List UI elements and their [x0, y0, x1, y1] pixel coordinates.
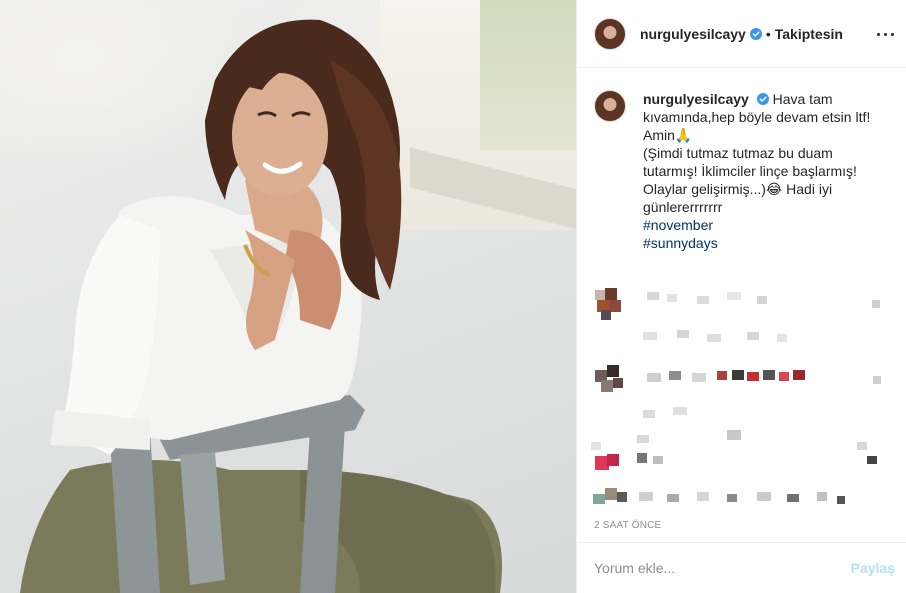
- censored-comment: [595, 365, 881, 418]
- post-caption: nurgulyesilcayy Hava tam kıvamında,hep b…: [594, 90, 894, 252]
- header-separator: •: [765, 25, 771, 42]
- caption-line: tutarmış! İklimciler linçe başlarmış!: [643, 163, 857, 179]
- hashtag-link[interactable]: #november: [643, 216, 893, 234]
- caption-line: (Şimdi tutmaz tutmaz bu duam: [643, 145, 833, 161]
- hashtag-link[interactable]: #sunnydays: [643, 234, 893, 252]
- caption-line: Olaylar gelişirmiş...)😂 Hadi iyi: [643, 181, 833, 197]
- share-comment-button[interactable]: Paylaş: [851, 560, 895, 576]
- photo-subject: [20, 19, 502, 593]
- caption-text: nurgulyesilcayy Hava tam kıvamında,hep b…: [643, 90, 893, 252]
- follow-button[interactable]: Takiptesin: [775, 26, 843, 42]
- caption-author-avatar[interactable]: [594, 90, 626, 122]
- author-username[interactable]: nurgulyesilcayy: [640, 26, 746, 42]
- verified-badge-icon: [756, 93, 769, 105]
- caption-username[interactable]: nurgulyesilcayy: [643, 91, 749, 107]
- post-side-panel: nurgulyesilcayy • Takiptesin nurgulyesil…: [576, 0, 906, 593]
- caption-line: kıvamında,hep böyle devam etsin ltf!: [643, 109, 871, 125]
- censored-comment: [595, 288, 880, 342]
- censored-comment: [591, 430, 877, 470]
- post-header: nurgulyesilcayy • Takiptesin: [577, 0, 906, 68]
- add-comment-bar: Paylaş: [577, 542, 906, 593]
- post-photo[interactable]: [0, 0, 576, 593]
- more-options-icon[interactable]: [873, 22, 897, 46]
- censored-comment: [593, 488, 845, 504]
- censored-comments: [591, 288, 881, 504]
- caption-line: Amin🙏: [643, 127, 693, 143]
- author-avatar[interactable]: [594, 17, 626, 50]
- verified-badge-icon: [749, 27, 762, 40]
- comment-input[interactable]: [594, 560, 851, 576]
- caption-line: günlererrrrrrr: [643, 199, 723, 215]
- caption-line: Hava tam: [772, 91, 833, 107]
- post-timestamp[interactable]: 2 SAAT ÖNCE: [594, 520, 661, 531]
- comments-list: [577, 270, 906, 520]
